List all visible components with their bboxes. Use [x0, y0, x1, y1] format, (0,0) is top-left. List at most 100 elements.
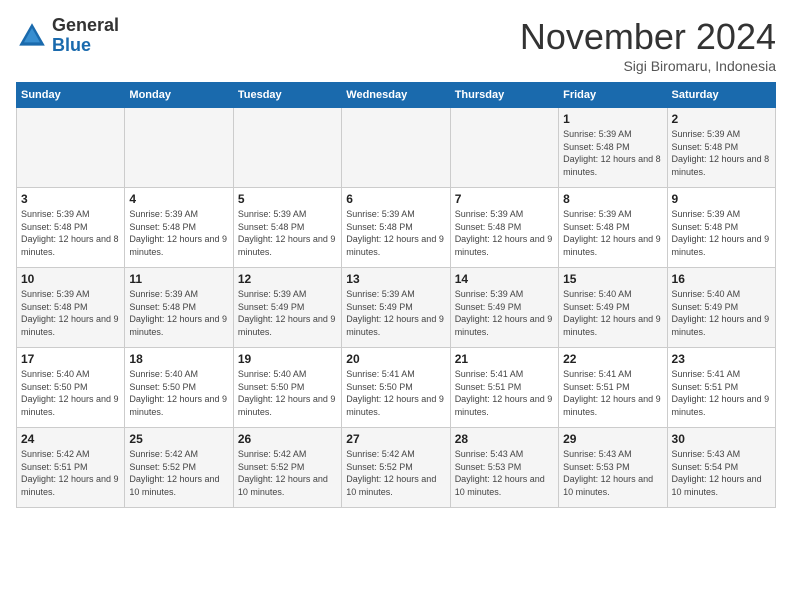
day-cell: 29Sunrise: 5:43 AM Sunset: 5:53 PM Dayli…: [559, 428, 667, 508]
day-cell: 2 Sunrise: 5:39 AM Sunset: 5:48 PM Daylig…: [667, 108, 775, 188]
day-number: 26: [238, 432, 337, 446]
col-header-sunday: Sunday: [17, 83, 125, 108]
day-info: Sunrise: 5:42 AM Sunset: 5:52 PM Dayligh…: [346, 448, 445, 498]
day-number: 16: [672, 272, 771, 286]
day-info: Sunrise: 5:39 AM Sunset: 5:48 PM Dayligh…: [563, 208, 662, 258]
col-header-thursday: Thursday: [450, 83, 558, 108]
day-cell: 30 Sunrise: 5:43 AM Sunset: 5:54 PM Dayli…: [667, 428, 775, 508]
day-info: Sunrise: 5:39 AM Sunset: 5:48 PM Dayligh…: [672, 128, 771, 178]
day-number: 10: [21, 272, 120, 286]
logo-icon: [16, 20, 48, 52]
day-cell: 24Sunrise: 5:42 AM Sunset: 5:51 PM Dayli…: [17, 428, 125, 508]
day-number: 18: [129, 352, 228, 366]
day-number: 2: [672, 112, 771, 126]
day-number: 9: [672, 192, 771, 206]
day-info: Sunrise: 5:39 AM Sunset: 5:48 PM Dayligh…: [238, 208, 337, 258]
col-header-monday: Monday: [125, 83, 233, 108]
day-info: Sunrise: 5:39 AM Sunset: 5:48 PM Dayligh…: [455, 208, 554, 258]
day-cell: 8 Sunrise: 5:39 AM Sunset: 5:48 PM Daylig…: [559, 188, 667, 268]
day-number: 14: [455, 272, 554, 286]
day-info: Sunrise: 5:39 AM Sunset: 5:49 PM Dayligh…: [346, 288, 445, 338]
col-header-saturday: Saturday: [667, 83, 775, 108]
day-cell: [233, 108, 341, 188]
logo-text: General Blue: [52, 16, 119, 56]
logo-blue: Blue: [52, 36, 119, 56]
day-info: Sunrise: 5:39 AM Sunset: 5:49 PM Dayligh…: [238, 288, 337, 338]
day-number: 8: [563, 192, 662, 206]
col-header-wednesday: Wednesday: [342, 83, 450, 108]
day-cell: 26 Sunrise: 5:42 AM Sunset: 5:52 PM Dayli…: [233, 428, 341, 508]
header-row: SundayMondayTuesdayWednesdayThursdayFrid…: [17, 83, 776, 108]
day-cell: 28 Sunrise: 5:43 AM Sunset: 5:53 PM Dayli…: [450, 428, 558, 508]
day-cell: 27 Sunrise: 5:42 AM Sunset: 5:52 PM Dayli…: [342, 428, 450, 508]
day-number: 11: [129, 272, 228, 286]
week-row-5: 24Sunrise: 5:42 AM Sunset: 5:51 PM Dayli…: [17, 428, 776, 508]
day-cell: [17, 108, 125, 188]
day-cell: 19 Sunrise: 5:40 AM Sunset: 5:50 PM Dayli…: [233, 348, 341, 428]
day-cell: 17 Sunrise: 5:40 AM Sunset: 5:50 PM Dayli…: [17, 348, 125, 428]
day-cell: 6Sunrise: 5:39 AM Sunset: 5:48 PM Daylig…: [342, 188, 450, 268]
day-info: Sunrise: 5:39 AM Sunset: 5:48 PM Dayligh…: [21, 208, 120, 258]
day-info: Sunrise: 5:43 AM Sunset: 5:53 PM Dayligh…: [563, 448, 662, 498]
day-cell: 5 Sunrise: 5:39 AM Sunset: 5:48 PM Daylig…: [233, 188, 341, 268]
day-number: 15: [563, 272, 662, 286]
day-cell: 4Sunrise: 5:39 AM Sunset: 5:48 PM Daylig…: [125, 188, 233, 268]
day-info: Sunrise: 5:39 AM Sunset: 5:48 PM Dayligh…: [21, 288, 120, 338]
day-number: 13: [346, 272, 445, 286]
day-cell: 3 Sunrise: 5:39 AM Sunset: 5:48 PM Daylig…: [17, 188, 125, 268]
day-number: 27: [346, 432, 445, 446]
day-info: Sunrise: 5:41 AM Sunset: 5:50 PM Dayligh…: [346, 368, 445, 418]
logo-general: General: [52, 16, 119, 36]
day-number: 6: [346, 192, 445, 206]
day-info: Sunrise: 5:42 AM Sunset: 5:52 PM Dayligh…: [129, 448, 228, 498]
day-cell: 11 Sunrise: 5:39 AM Sunset: 5:48 PM Dayli…: [125, 268, 233, 348]
day-number: 3: [21, 192, 120, 206]
day-cell: 12 Sunrise: 5:39 AM Sunset: 5:49 PM Dayli…: [233, 268, 341, 348]
day-number: 20: [346, 352, 445, 366]
day-cell: 18 Sunrise: 5:40 AM Sunset: 5:50 PM Dayli…: [125, 348, 233, 428]
day-info: Sunrise: 5:42 AM Sunset: 5:52 PM Dayligh…: [238, 448, 337, 498]
day-cell: 22 Sunrise: 5:41 AM Sunset: 5:51 PM Dayli…: [559, 348, 667, 428]
day-info: Sunrise: 5:41 AM Sunset: 5:51 PM Dayligh…: [563, 368, 662, 418]
day-number: 19: [238, 352, 337, 366]
day-info: Sunrise: 5:39 AM Sunset: 5:48 PM Dayligh…: [563, 128, 662, 178]
day-number: 28: [455, 432, 554, 446]
day-info: Sunrise: 5:40 AM Sunset: 5:49 PM Dayligh…: [672, 288, 771, 338]
day-cell: [125, 108, 233, 188]
day-info: Sunrise: 5:39 AM Sunset: 5:48 PM Dayligh…: [672, 208, 771, 258]
day-cell: 21Sunrise: 5:41 AM Sunset: 5:51 PM Dayli…: [450, 348, 558, 428]
day-number: 25: [129, 432, 228, 446]
week-row-3: 10 Sunrise: 5:39 AM Sunset: 5:48 PM Dayli…: [17, 268, 776, 348]
day-info: Sunrise: 5:43 AM Sunset: 5:54 PM Dayligh…: [672, 448, 771, 498]
day-info: Sunrise: 5:39 AM Sunset: 5:48 PM Dayligh…: [129, 288, 228, 338]
day-info: Sunrise: 5:40 AM Sunset: 5:50 PM Dayligh…: [238, 368, 337, 418]
week-row-2: 3 Sunrise: 5:39 AM Sunset: 5:48 PM Daylig…: [17, 188, 776, 268]
day-cell: 9 Sunrise: 5:39 AM Sunset: 5:48 PM Daylig…: [667, 188, 775, 268]
day-cell: 1 Sunrise: 5:39 AM Sunset: 5:48 PM Daylig…: [559, 108, 667, 188]
day-info: Sunrise: 5:40 AM Sunset: 5:50 PM Dayligh…: [129, 368, 228, 418]
day-number: 30: [672, 432, 771, 446]
day-number: 17: [21, 352, 120, 366]
day-cell: 7 Sunrise: 5:39 AM Sunset: 5:48 PM Daylig…: [450, 188, 558, 268]
day-info: Sunrise: 5:43 AM Sunset: 5:53 PM Dayligh…: [455, 448, 554, 498]
col-header-tuesday: Tuesday: [233, 83, 341, 108]
day-cell: 10 Sunrise: 5:39 AM Sunset: 5:48 PM Dayli…: [17, 268, 125, 348]
day-number: 1: [563, 112, 662, 126]
day-info: Sunrise: 5:39 AM Sunset: 5:49 PM Dayligh…: [455, 288, 554, 338]
day-cell: [342, 108, 450, 188]
day-number: 7: [455, 192, 554, 206]
day-info: Sunrise: 5:40 AM Sunset: 5:50 PM Dayligh…: [21, 368, 120, 418]
day-info: Sunrise: 5:42 AM Sunset: 5:51 PM Dayligh…: [21, 448, 120, 498]
day-cell: [450, 108, 558, 188]
day-cell: 23Sunrise: 5:41 AM Sunset: 5:51 PM Dayli…: [667, 348, 775, 428]
day-number: 5: [238, 192, 337, 206]
location: Sigi Biromaru, Indonesia: [520, 58, 776, 74]
day-info: Sunrise: 5:41 AM Sunset: 5:51 PM Dayligh…: [672, 368, 771, 418]
day-cell: 16 Sunrise: 5:40 AM Sunset: 5:49 PM Dayli…: [667, 268, 775, 348]
day-number: 21: [455, 352, 554, 366]
day-number: 12: [238, 272, 337, 286]
day-number: 22: [563, 352, 662, 366]
logo: General Blue: [16, 16, 119, 56]
day-info: Sunrise: 5:39 AM Sunset: 5:48 PM Dayligh…: [129, 208, 228, 258]
day-cell: 25 Sunrise: 5:42 AM Sunset: 5:52 PM Dayli…: [125, 428, 233, 508]
